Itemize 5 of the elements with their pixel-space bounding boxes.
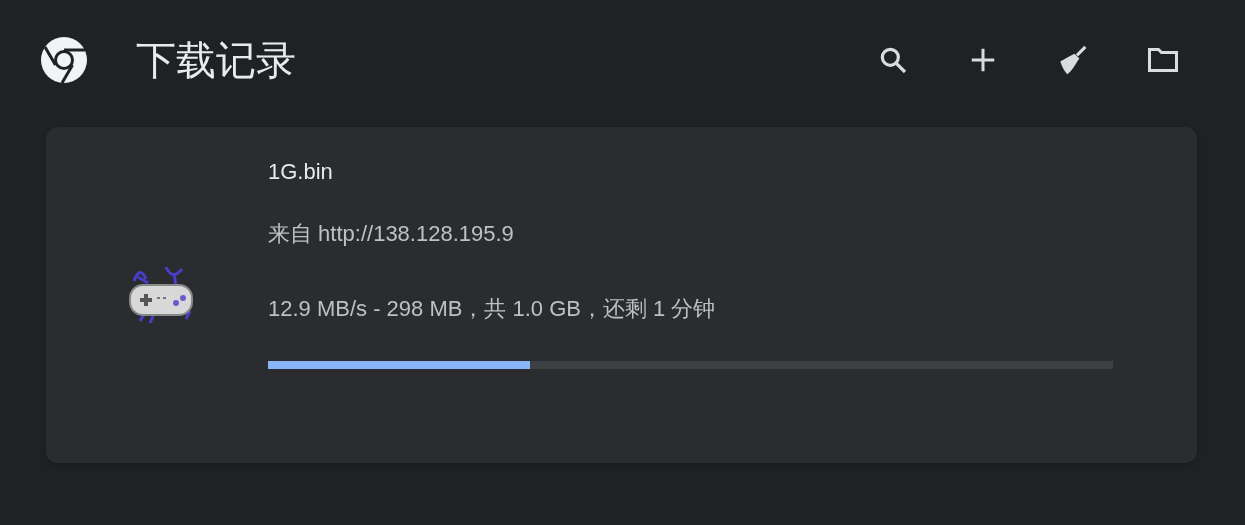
download-status: 12.9 MB/s - 298 MB，共 1.0 GB，还剩 1 分钟 <box>268 295 717 323</box>
file-name[interactable]: 1G.bin <box>268 157 1113 187</box>
page-title: 下载记录 <box>136 36 296 85</box>
source-url: 来自 http://138.128.195.9 <box>268 220 515 248</box>
browser-logo-icon <box>40 36 88 84</box>
